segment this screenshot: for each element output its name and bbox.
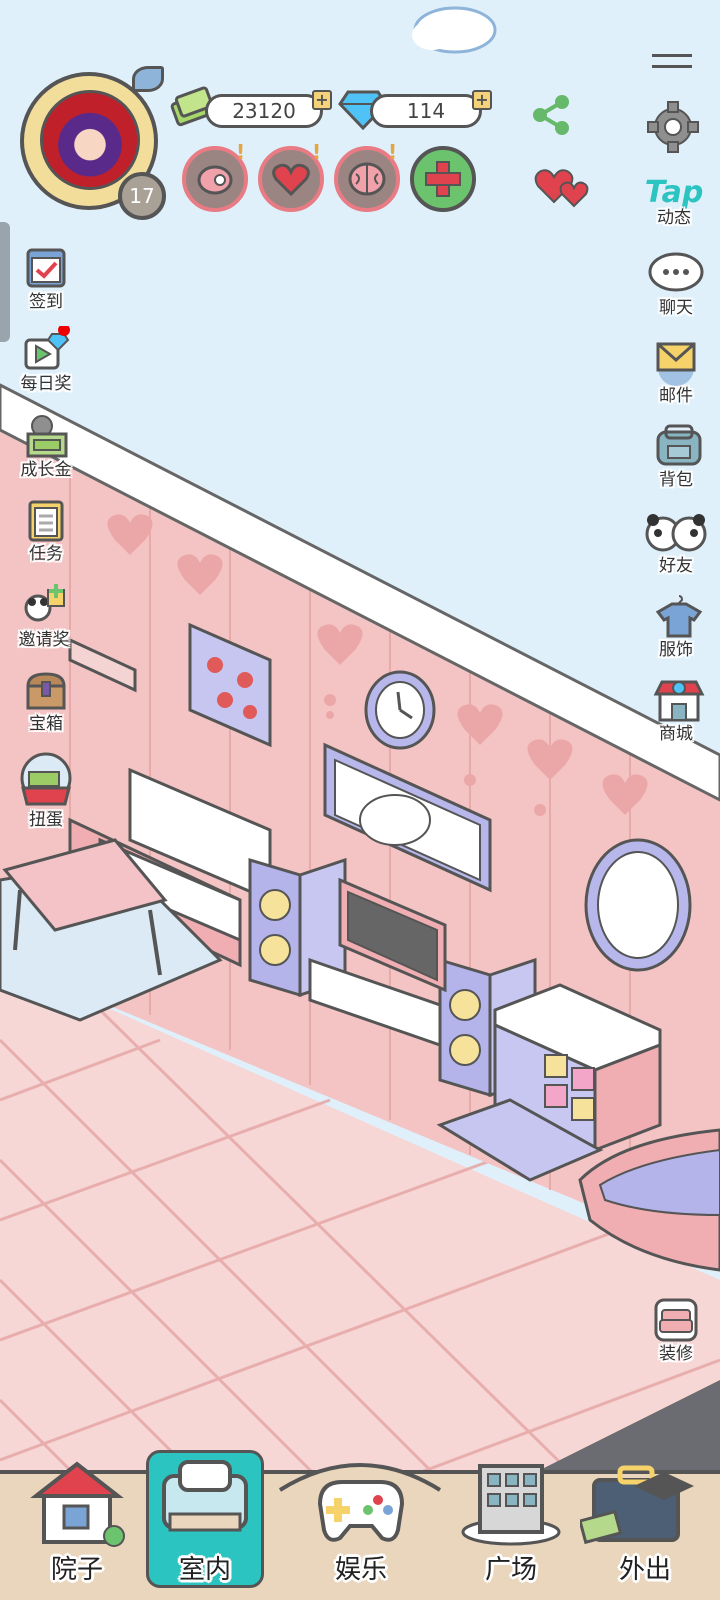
- tasks-label: 任务: [29, 544, 63, 564]
- shop-icon: [652, 676, 705, 724]
- chat-label: 聊天: [659, 298, 693, 318]
- diamond-value: 114: [406, 99, 446, 123]
- settings-button[interactable]: [646, 100, 700, 154]
- gear-icon: [647, 101, 699, 153]
- task-list-icon: [22, 496, 70, 544]
- nav-plaza[interactable]: 广场: [446, 1450, 576, 1600]
- mail-button[interactable]: 邮件: [636, 338, 716, 406]
- nav-plaza-label: 广场: [484, 1555, 537, 1585]
- hunger-alert-icon: !: [236, 140, 246, 164]
- intellect-alert-icon: !: [388, 140, 398, 164]
- backpack-label: 背包: [659, 470, 693, 490]
- tap-logo-icon: Tap: [644, 175, 704, 210]
- plus-icon: [425, 161, 461, 197]
- invite-gift-icon: [20, 582, 68, 630]
- mail-icon: [652, 338, 700, 386]
- add-coins-button[interactable]: +: [312, 90, 332, 110]
- tap-feed-button[interactable]: Tap 动态: [634, 175, 714, 229]
- hamburger-icon: [652, 54, 692, 68]
- growth-fund-label: 成长金: [20, 460, 72, 480]
- menu-button[interactable]: [652, 54, 692, 72]
- calendar-check-icon: [22, 244, 70, 292]
- nav-entertainment[interactable]: 娱乐: [296, 1450, 426, 1600]
- clothing-icon: [652, 592, 703, 640]
- cloud: [412, 6, 497, 54]
- nav-entertainment-label: 娱乐: [334, 1555, 387, 1585]
- wall-clock: [364, 670, 436, 750]
- share-icon: [533, 95, 569, 135]
- avatar-portrait: [40, 90, 140, 190]
- coin-counter: 23120: [205, 94, 323, 128]
- nav-outing[interactable]: 外出: [580, 1450, 710, 1600]
- level-text: 17: [129, 184, 155, 208]
- friends-icon: [645, 508, 707, 556]
- gacha-button[interactable]: 扭蛋: [6, 752, 86, 830]
- invite-reward-button[interactable]: 邀请奖: [4, 582, 84, 650]
- gacha-label: 扭蛋: [29, 810, 63, 830]
- nav-outing-label: 外出: [618, 1555, 671, 1585]
- level-badge: 17: [118, 172, 166, 220]
- tasks-button[interactable]: 任务: [6, 496, 86, 564]
- checkin-button[interactable]: 签到: [6, 244, 86, 312]
- chat-bubble-icon: [648, 250, 704, 298]
- treasure-chest-label: 宝箱: [29, 714, 63, 734]
- ribbon-bow-icon: [132, 66, 164, 92]
- nav-yard[interactable]: 院子: [12, 1450, 142, 1600]
- mail-label: 邮件: [659, 386, 693, 406]
- daily-reward-label: 每日奖: [20, 374, 72, 394]
- indoor-icon: [162, 1460, 248, 1532]
- daily-reward-button[interactable]: 每日奖: [6, 324, 86, 394]
- backpack-button[interactable]: 背包: [636, 422, 716, 490]
- diamond-counter: 114: [370, 94, 482, 128]
- shop-button[interactable]: 商城: [636, 676, 716, 744]
- like-button[interactable]: [530, 158, 594, 210]
- decorate-label: 装修: [659, 1344, 693, 1364]
- treasure-chest-button[interactable]: 宝箱: [6, 666, 86, 734]
- decorate-button[interactable]: 装修: [636, 1296, 716, 1364]
- friends-label: 好友: [659, 556, 693, 576]
- house-icon: [30, 1461, 125, 1547]
- video-reward-icon: [22, 324, 70, 374]
- share-button[interactable]: [528, 92, 574, 138]
- gacha-machine-icon: [17, 752, 75, 810]
- room-scene: [0, 0, 720, 1600]
- double-heart-icon: [534, 169, 589, 208]
- shop-label: 商城: [659, 724, 693, 744]
- player-avatar[interactable]: 17: [14, 66, 166, 220]
- growth-fund-button[interactable]: 成长金: [6, 412, 86, 480]
- nav-yard-label: 院子: [50, 1555, 103, 1585]
- clothing-button[interactable]: 服饰: [636, 592, 716, 660]
- building-icon: [461, 1464, 561, 1546]
- add-stat-button[interactable]: [410, 146, 476, 212]
- friends-button[interactable]: 好友: [636, 508, 716, 576]
- tap-feed-label: 动态: [657, 208, 691, 228]
- treasure-chest-icon: [22, 666, 70, 714]
- coin-value: 23120: [232, 99, 296, 123]
- round-mirror: [584, 838, 692, 972]
- chat-button[interactable]: 聊天: [636, 250, 716, 318]
- add-diamonds-button[interactable]: +: [472, 90, 492, 110]
- nav-indoor-label: 室内: [178, 1555, 231, 1585]
- checkin-label: 签到: [29, 292, 63, 312]
- nav-indoor[interactable]: 室内: [140, 1450, 270, 1600]
- invite-reward-label: 邀请奖: [18, 630, 70, 650]
- sofa-icon: [652, 1296, 700, 1344]
- growth-fund-icon: [22, 412, 70, 460]
- clothing-label: 服饰: [659, 640, 693, 660]
- backpack-icon: [652, 422, 702, 470]
- mood-alert-icon: !: [312, 140, 322, 164]
- suitcase-icon: [580, 1465, 694, 1545]
